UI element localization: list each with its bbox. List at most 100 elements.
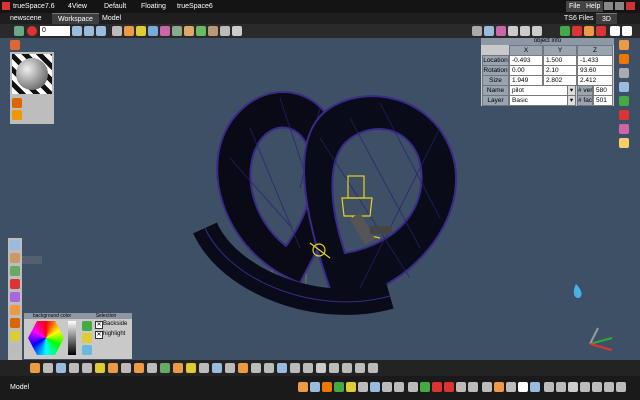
- bottom-tool-15-icon[interactable]: [212, 363, 222, 373]
- status-tool-16-icon[interactable]: [482, 382, 492, 392]
- right-col-8-icon[interactable]: [619, 138, 629, 148]
- right-tool-6-icon[interactable]: [532, 26, 542, 36]
- right-tool-2-icon[interactable]: [484, 26, 494, 36]
- left-tool-7-icon[interactable]: [10, 318, 20, 328]
- bottom-tool-5-icon[interactable]: [82, 363, 92, 373]
- right-col-5-icon[interactable]: [619, 96, 629, 106]
- status-tool-22-icon[interactable]: [556, 382, 566, 392]
- sphere-icon[interactable]: [196, 26, 206, 36]
- bottom-tool-10-icon[interactable]: [147, 363, 157, 373]
- bottom-tool-3-icon[interactable]: [56, 363, 66, 373]
- forward-icon[interactable]: [96, 26, 106, 36]
- left-tool-6-icon[interactable]: [10, 305, 20, 315]
- close-icon[interactable]: [626, 2, 635, 10]
- layers-icon[interactable]: [112, 26, 122, 36]
- selection-swatch-1-icon[interactable]: [82, 321, 92, 331]
- bottom-tool-21-icon[interactable]: [290, 363, 300, 373]
- bottom-tool-16-icon[interactable]: [225, 363, 235, 373]
- status-tool-19-icon[interactable]: [518, 382, 528, 392]
- status-tool-5-icon[interactable]: [346, 382, 356, 392]
- file-menu[interactable]: File: [566, 1, 584, 12]
- status-tool-26-icon[interactable]: [604, 382, 614, 392]
- view-icon[interactable]: [232, 26, 242, 36]
- maximize-icon[interactable]: [615, 2, 624, 10]
- layer-dropdown-icon[interactable]: ▾: [567, 95, 576, 106]
- right-col-3-icon[interactable]: [619, 68, 629, 78]
- bottom-tool-7-icon[interactable]: [108, 363, 118, 373]
- bottom-tool-6-icon[interactable]: [95, 363, 105, 373]
- right-tool-4-icon[interactable]: [508, 26, 518, 36]
- left-tool-9-icon[interactable]: [10, 344, 20, 354]
- status-tool-13-icon[interactable]: [444, 382, 454, 392]
- new-icon[interactable]: [14, 26, 24, 36]
- grid-icon[interactable]: [172, 26, 182, 36]
- bottom-tool-1-icon[interactable]: [30, 363, 40, 373]
- tab-newscene[interactable]: newscene: [4, 13, 48, 24]
- help-menu[interactable]: Help: [583, 1, 604, 12]
- status-tool-12-icon[interactable]: [432, 382, 442, 392]
- right-tool-8-icon[interactable]: [572, 26, 582, 36]
- highlight-checkbox[interactable]: ✕: [95, 331, 103, 339]
- right-tool-5-icon[interactable]: [520, 26, 530, 36]
- right-tool-11-icon[interactable]: [610, 26, 620, 36]
- backside-checkbox[interactable]: ✕: [95, 321, 103, 329]
- material-tool-2-icon[interactable]: [12, 110, 22, 120]
- material-preview[interactable]: [12, 54, 52, 94]
- ts6-files-tab[interactable]: TS6 Files: [558, 13, 600, 24]
- right-tool-3-icon[interactable]: [496, 26, 506, 36]
- status-tool-2-icon[interactable]: [310, 382, 320, 392]
- status-tool-15-icon[interactable]: [468, 382, 478, 392]
- menu-truespace6[interactable]: trueSpace6: [177, 1, 213, 12]
- left-tool-1-icon[interactable]: [10, 240, 20, 250]
- bottom-tool-23-icon[interactable]: [316, 363, 326, 373]
- tools-icon[interactable]: [208, 26, 218, 36]
- left-tool-5-icon[interactable]: [10, 292, 20, 302]
- left-tool-8-icon[interactable]: [10, 331, 20, 341]
- bottom-tool-2-icon[interactable]: [43, 363, 53, 373]
- settings-icon[interactable]: [220, 26, 230, 36]
- right-col-1-icon[interactable]: [619, 40, 629, 50]
- left-tool-3-icon[interactable]: [10, 266, 20, 276]
- status-tool-23-icon[interactable]: [568, 382, 578, 392]
- bottom-tool-13-icon[interactable]: [186, 363, 196, 373]
- status-tool-24-icon[interactable]: [580, 382, 590, 392]
- material-tool-1-icon[interactable]: [12, 98, 22, 108]
- left-tool-4-icon[interactable]: [10, 279, 20, 289]
- frame-field[interactable]: 0: [40, 26, 70, 36]
- right-col-7-icon[interactable]: [619, 124, 629, 134]
- status-tool-21-icon[interactable]: [544, 382, 554, 392]
- right-tool-9-icon[interactable]: [584, 26, 594, 36]
- right-col-4-icon[interactable]: [619, 82, 629, 92]
- status-tool-10-icon[interactable]: [408, 382, 418, 392]
- bottom-tool-14-icon[interactable]: [199, 363, 209, 373]
- rewind-icon[interactable]: [72, 26, 82, 36]
- bottom-tool-24-icon[interactable]: [329, 363, 339, 373]
- bottom-tool-12-icon[interactable]: [173, 363, 183, 373]
- right-col-6-icon[interactable]: [619, 110, 629, 120]
- selection-swatch-2-icon[interactable]: [82, 333, 92, 343]
- status-tool-17-icon[interactable]: [494, 382, 504, 392]
- bottom-tool-25-icon[interactable]: [342, 363, 352, 373]
- bottom-tool-18-icon[interactable]: [251, 363, 261, 373]
- left-tool-2-icon[interactable]: [10, 253, 20, 263]
- right-tool-10-icon[interactable]: [596, 26, 606, 36]
- light-icon[interactable]: [136, 26, 146, 36]
- right-tool-7-icon[interactable]: [560, 26, 570, 36]
- status-tool-1-icon[interactable]: [298, 382, 308, 392]
- left-tool-top-icon[interactable]: [10, 40, 20, 50]
- tab-model[interactable]: Model: [96, 13, 127, 24]
- selection-swatch-3-icon[interactable]: [82, 345, 92, 355]
- right-col-2-icon[interactable]: [619, 54, 629, 64]
- right-tool-1-icon[interactable]: [472, 26, 482, 36]
- bottom-tool-20-icon[interactable]: [277, 363, 287, 373]
- bottom-tool-19-icon[interactable]: [264, 363, 274, 373]
- color-wheel[interactable]: [28, 321, 64, 355]
- status-tool-11-icon[interactable]: [420, 382, 430, 392]
- box-icon[interactable]: [184, 26, 194, 36]
- record-icon[interactable]: [27, 26, 37, 36]
- material-icon[interactable]: [160, 26, 170, 36]
- status-tool-3-icon[interactable]: [322, 382, 332, 392]
- bottom-tool-27-icon[interactable]: [368, 363, 378, 373]
- status-tool-27-icon[interactable]: [616, 382, 626, 392]
- minimize-icon[interactable]: [604, 2, 613, 10]
